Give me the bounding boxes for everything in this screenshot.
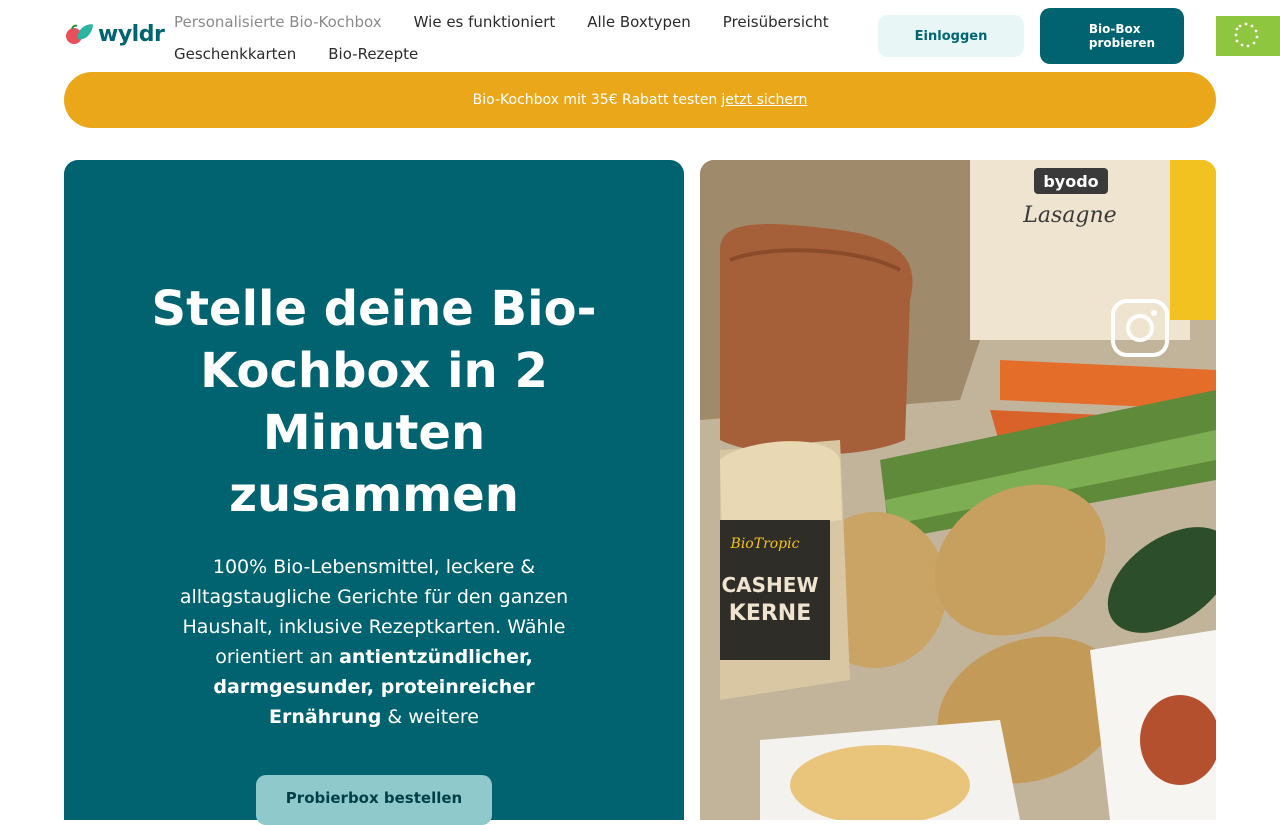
logo-icon	[66, 24, 93, 44]
lasagne-label: Lasagne	[1022, 203, 1116, 228]
nav-item-personalisierte-bio-kochbox[interactable]: Personalisierte Bio-Kochbox	[158, 6, 398, 38]
nav-item-geschenkkarten[interactable]: Geschenkkarten	[158, 38, 312, 70]
nav-item-bio-rezepte[interactable]: Bio-Rezepte	[312, 38, 434, 70]
main-nav: Personalisierte Bio-Kochbox Wie es funkt…	[158, 6, 858, 70]
promo-link[interactable]: jetzt sichern	[721, 92, 807, 108]
nav-item-wie-es-funktioniert[interactable]: Wie es funktioniert	[398, 6, 572, 38]
brand-name: wyldr	[98, 21, 165, 47]
hero-panel: Stelle deine Bio-Kochbox in 2 Minuten zu…	[64, 160, 684, 825]
biotropic-label: BioTropic	[730, 536, 800, 552]
hero-description-part2: & weitere	[381, 706, 479, 728]
promo-text: Bio-Kochbox mit 35€ Rabatt testen	[472, 92, 718, 108]
try-box-label-line2: probieren	[1088, 36, 1156, 50]
hero-title: Stelle deine Bio-Kochbox in 2 Minuten zu…	[151, 281, 597, 523]
nav-item-preisuebersicht[interactable]: Preisübersicht	[707, 6, 845, 38]
hero-product-image: byodo Lasagne BioTropic CASHEW KERNE	[700, 160, 1216, 820]
kerne-label: KERNE	[729, 601, 811, 626]
brand-logo[interactable]: wyldr	[64, 21, 165, 47]
nav-item-alle-boxtypen[interactable]: Alle Boxtypen	[571, 6, 707, 38]
instagram-icon[interactable]	[1110, 298, 1170, 358]
hero-description: 100% Bio-Lebensmittel, leckere & alltags…	[154, 552, 594, 732]
order-trial-box-button[interactable]: Probierbox bestellen	[256, 775, 492, 825]
groceries-illustration: byodo Lasagne BioTropic CASHEW KERNE	[700, 160, 1216, 820]
byodo-label: byodo	[1043, 172, 1098, 191]
login-button[interactable]: Einloggen	[878, 15, 1024, 57]
try-box-label: Bio-Box probieren	[1089, 22, 1155, 50]
try-box-button[interactable]: Bio-Box probieren	[1040, 8, 1184, 64]
eu-organic-logo-icon	[1216, 16, 1280, 56]
promo-banner: Bio-Kochbox mit 35€ Rabatt testen jetzt …	[64, 72, 1216, 128]
site-header: wyldr Personalisierte Bio-Kochbox Wie es…	[0, 0, 1280, 72]
try-box-label-line1: Bio-Box	[1088, 22, 1141, 36]
cashew-label: CASHEW	[721, 573, 818, 597]
